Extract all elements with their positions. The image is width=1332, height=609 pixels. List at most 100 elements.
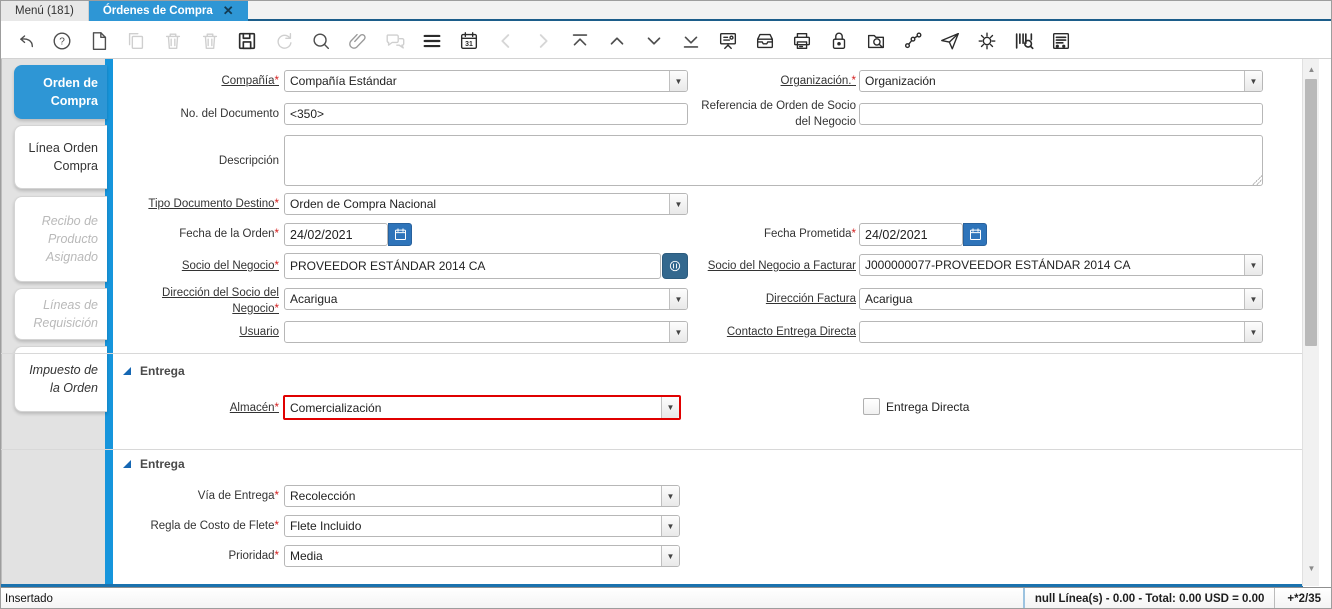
almacen-value[interactable]: Comercialización [285, 397, 661, 418]
chevron-down-icon[interactable]: ▼ [669, 322, 687, 342]
regla-flete-value[interactable]: Flete Incluido [285, 516, 661, 536]
workflow-icon[interactable] [901, 29, 925, 53]
lock-icon[interactable] [827, 29, 851, 53]
product-info-icon[interactable] [1012, 29, 1036, 53]
chevron-down-icon[interactable]: ▼ [1244, 71, 1262, 91]
socio-facturar-combo[interactable]: J000000077-PROVEEDOR ESTÁNDAR 2014 CA ▼ [859, 254, 1263, 276]
label-socio-facturar[interactable]: Socio del Negocio a Facturar [696, 259, 856, 275]
socio-negocio-input[interactable] [284, 253, 661, 279]
sidebar-tab-label: Línea Orden Compra [28, 140, 99, 173]
tab-menu[interactable]: Menú (181) [1, 1, 89, 21]
compania-value[interactable]: Compañía Estándar [285, 71, 669, 91]
via-entrega-value[interactable]: Recolección [285, 486, 661, 506]
new-record-icon[interactable] [87, 29, 111, 53]
organizacion-value[interactable]: Organización [860, 71, 1244, 91]
process-icon[interactable] [975, 29, 999, 53]
chevron-down-icon[interactable]: ▼ [669, 289, 687, 309]
label-tipo-documento[interactable]: Tipo Documento Destino* [119, 197, 279, 213]
tipo-documento-combo[interactable]: Orden de Compra Nacional ▼ [284, 193, 688, 215]
contacto-entrega-combo[interactable]: ▼ [859, 321, 1263, 343]
help-icon[interactable]: ? [50, 29, 74, 53]
prioridad-value[interactable]: Media [285, 546, 661, 566]
scroll-down-icon[interactable]: ▼ [1303, 560, 1320, 576]
section-title: Entrega [140, 364, 185, 378]
chevron-down-icon[interactable]: ▼ [1244, 255, 1262, 275]
sidebar-tab-label: Recibo de Producto Asignado [41, 213, 98, 265]
section-entrega-1[interactable]: Entrega [123, 364, 185, 378]
calendar-icon[interactable]: 31 [457, 29, 481, 53]
via-entrega-combo[interactable]: Recolección ▼ [284, 485, 680, 507]
socio-facturar-value[interactable]: J000000077-PROVEEDOR ESTÁNDAR 2014 CA [860, 255, 1244, 275]
label-organizacion[interactable]: Organización.* [696, 74, 856, 90]
status-bar: Insertado null Línea(s) - 0.00 - Total: … [1, 587, 1331, 608]
sidebar-tab-linea-orden-compra[interactable]: Línea Orden Compra [14, 125, 107, 189]
chevron-down-icon[interactable]: ▼ [1244, 289, 1262, 309]
print-icon[interactable] [790, 29, 814, 53]
textarea-resize-grip[interactable] [1252, 175, 1262, 185]
fecha-prometida-calendar-button[interactable] [963, 223, 987, 246]
direccion-factura-value[interactable]: Acarigua [860, 289, 1244, 309]
scroll-up-icon[interactable]: ▲ [1303, 61, 1320, 77]
contacto-entrega-value[interactable] [860, 322, 1244, 342]
sidebar-tab-recibo-producto: Recibo de Producto Asignado [14, 196, 107, 282]
scrollbar-thumb[interactable] [1305, 79, 1317, 346]
section-separator [1, 449, 1303, 450]
prioridad-combo[interactable]: Media ▼ [284, 545, 680, 567]
fecha-orden-calendar-button[interactable] [388, 223, 412, 246]
tipo-documento-value[interactable]: Orden de Compra Nacional [285, 194, 669, 214]
status-summary: null Línea(s) - 0.00 - Total: 0.00 USD =… [1022, 588, 1275, 608]
direccion-factura-combo[interactable]: Acarigua ▼ [859, 288, 1263, 310]
toggle-grid-icon[interactable] [420, 29, 444, 53]
next-record-icon[interactable] [642, 29, 666, 53]
save-icon[interactable] [235, 29, 259, 53]
vertical-scrollbar[interactable]: ▲ ▼ [1302, 59, 1319, 586]
chevron-down-icon[interactable]: ▼ [661, 486, 679, 506]
find-icon[interactable] [309, 29, 333, 53]
usuario-combo[interactable]: ▼ [284, 321, 688, 343]
bpartner-info-button[interactable] [662, 253, 688, 279]
zoom-across-icon[interactable] [864, 29, 888, 53]
fecha-orden-input[interactable] [284, 223, 388, 246]
collapse-triangle-icon[interactable] [123, 460, 131, 468]
label-almacen[interactable]: Almacén* [119, 401, 279, 417]
label-direccion-factura[interactable]: Dirección Factura [696, 292, 856, 308]
chevron-down-icon[interactable]: ▼ [661, 546, 679, 566]
chevron-down-icon[interactable]: ▼ [661, 397, 679, 418]
organizacion-combo[interactable]: Organización ▼ [859, 70, 1263, 92]
chevron-down-icon[interactable]: ▼ [669, 71, 687, 91]
sidebar-tab-orden-de-compra[interactable]: Orden de Compra [14, 65, 107, 119]
previous-record-icon[interactable] [605, 29, 629, 53]
referencia-input[interactable] [859, 103, 1263, 125]
direccion-socio-value[interactable]: Acarigua [285, 289, 669, 309]
report-icon[interactable] [716, 29, 740, 53]
attachment-icon[interactable] [346, 29, 370, 53]
chevron-down-icon[interactable]: ▼ [661, 516, 679, 536]
label-usuario[interactable]: Usuario [119, 325, 279, 341]
quick-form-icon[interactable] [1049, 29, 1073, 53]
last-record-icon[interactable] [679, 29, 703, 53]
collapse-triangle-icon[interactable] [123, 367, 131, 375]
label-direccion-socio[interactable]: Dirección del Socio del Negocio* [119, 286, 279, 317]
first-record-icon[interactable] [568, 29, 592, 53]
archive-icon[interactable] [753, 29, 777, 53]
sidebar-tab-impuesto-orden[interactable]: Impuesto de la Orden [14, 346, 107, 412]
entrega-directa-checkbox[interactable] [863, 398, 880, 415]
no-documento-input[interactable] [284, 103, 688, 125]
descripcion-textarea[interactable] [284, 135, 1263, 186]
undo-icon[interactable] [13, 29, 37, 53]
export-icon[interactable] [938, 29, 962, 53]
almacen-combo[interactable]: Comercialización ▼ [283, 395, 681, 420]
label-contacto-entrega[interactable]: Contacto Entrega Directa [696, 325, 856, 341]
label-socio-negocio[interactable]: Socio del Negocio* [119, 259, 279, 275]
regla-flete-combo[interactable]: Flete Incluido ▼ [284, 515, 680, 537]
chevron-down-icon[interactable]: ▼ [1244, 322, 1262, 342]
tab-ordenes-de-compra[interactable]: Órdenes de Compra ✕ [88, 1, 248, 21]
section-entrega-2[interactable]: Entrega [123, 457, 185, 471]
label-compania[interactable]: Compañía* [119, 74, 279, 90]
compania-combo[interactable]: Compañía Estándar ▼ [284, 70, 688, 92]
fecha-prometida-input[interactable] [859, 223, 963, 246]
chevron-down-icon[interactable]: ▼ [669, 194, 687, 214]
direccion-socio-combo[interactable]: Acarigua ▼ [284, 288, 688, 310]
close-tab-icon[interactable]: ✕ [223, 3, 234, 19]
usuario-value[interactable] [285, 322, 669, 342]
